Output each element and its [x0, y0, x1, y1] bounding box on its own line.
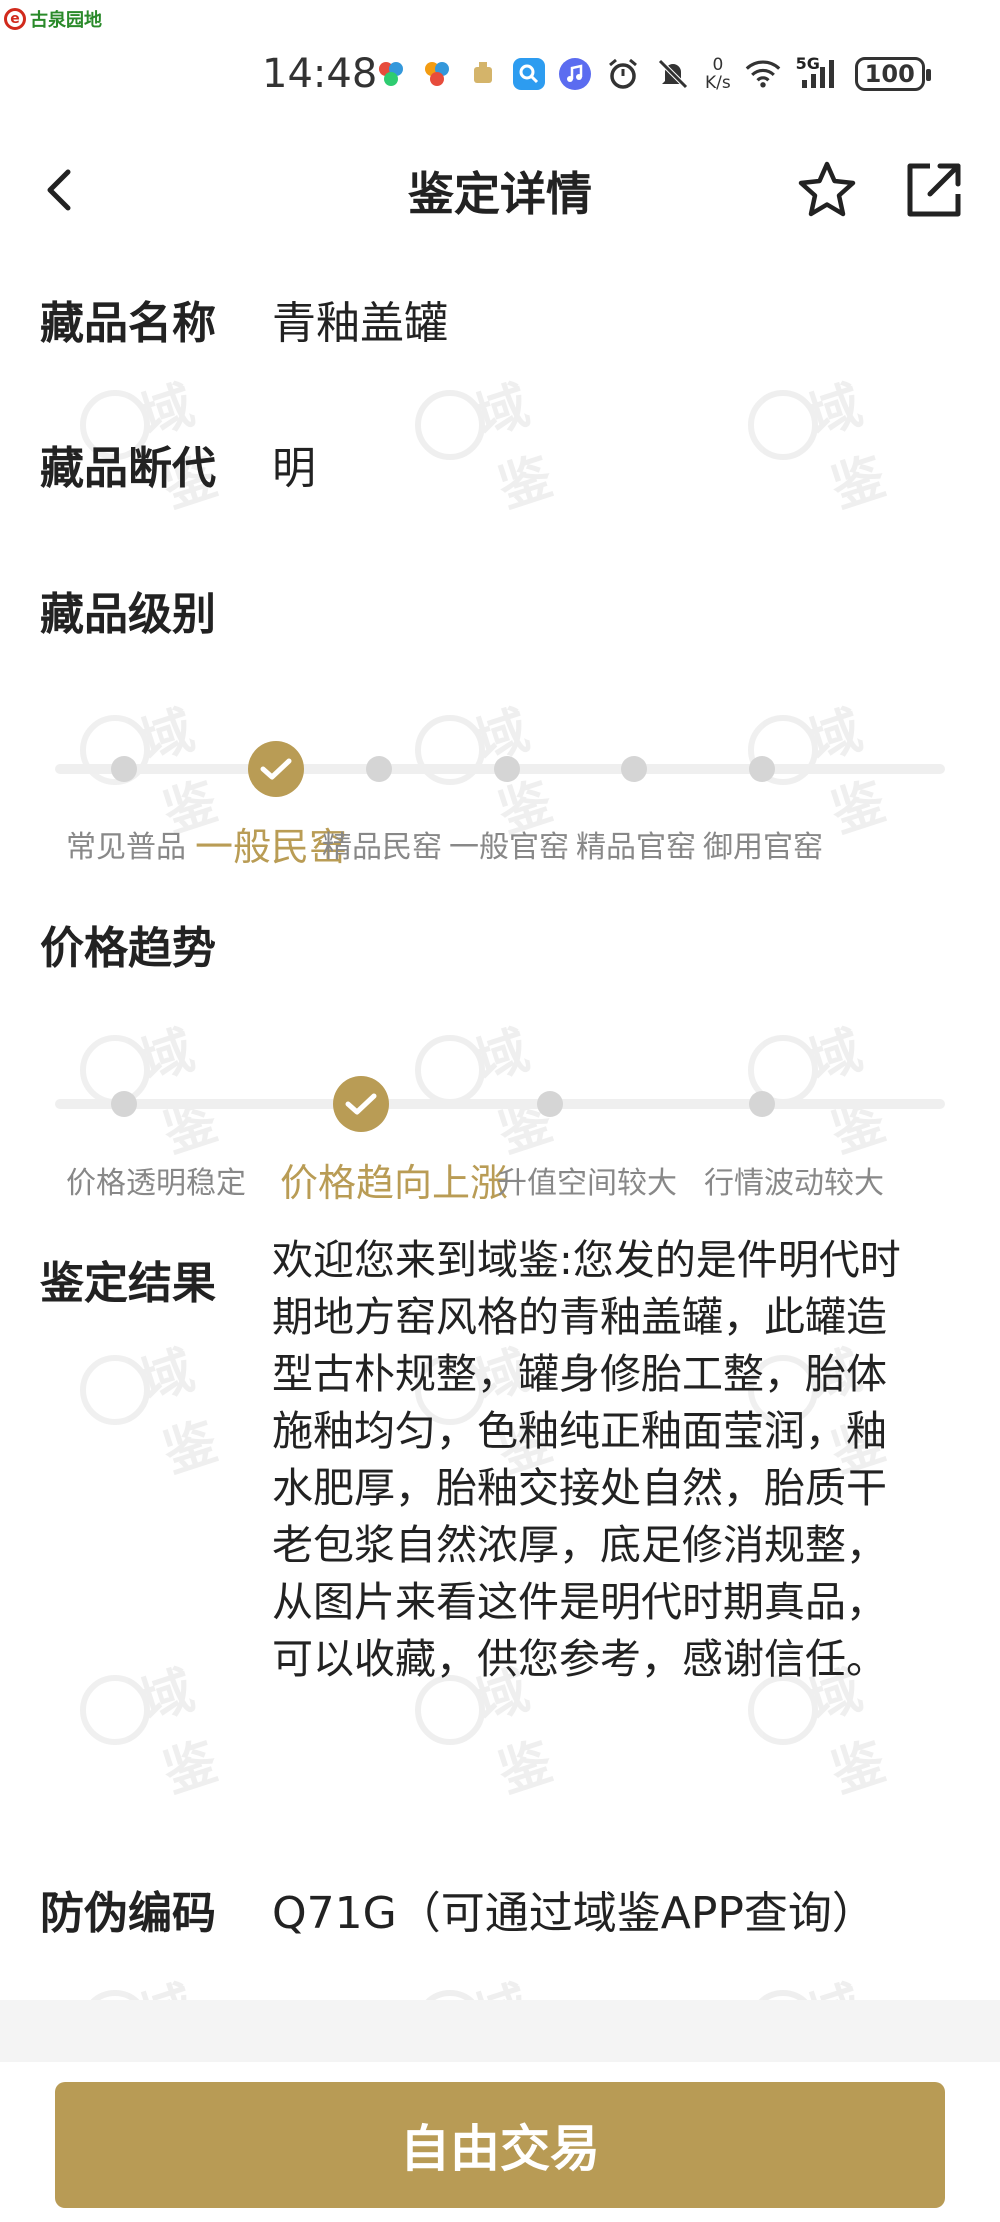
grade-option-label[interactable]: 一般官窑	[449, 822, 569, 866]
section-divider	[0, 2000, 1000, 2062]
search-app-icon	[513, 58, 545, 90]
dynasty-label: 藏品断代	[40, 443, 216, 494]
free-trade-button[interactable]: 自由交易	[55, 2082, 945, 2208]
check-icon	[260, 758, 292, 780]
trend-dot[interactable]	[749, 1091, 775, 1117]
watermark-logo: 域鉴	[748, 685, 918, 845]
grade-selected-marker[interactable]	[248, 741, 304, 797]
trend-track	[55, 1099, 945, 1109]
trend-label: 价格趋势	[40, 923, 216, 974]
watermark-logo: 域鉴	[748, 360, 918, 520]
grade-option-label[interactable]: 御用官窑	[703, 822, 823, 866]
dynasty-value: 明	[272, 443, 316, 494]
trend-dot[interactable]	[537, 1091, 563, 1117]
trend-option-label[interactable]: 升值空间较大	[497, 1158, 677, 1202]
grade-dot[interactable]	[621, 756, 647, 782]
app-notification-icon	[467, 58, 499, 90]
code-label: 防伪编码	[40, 1888, 216, 1939]
trend-option-label[interactable]: 价格透明稳定	[66, 1158, 246, 1202]
brand-mark-icon: e	[4, 8, 26, 30]
grade-label: 藏品级别	[40, 589, 216, 640]
grade-option-label[interactable]: 精品民窑	[322, 822, 442, 866]
music-app-icon	[559, 58, 591, 90]
name-value: 青釉盖罐	[272, 298, 448, 349]
grade-option-label[interactable]: 精品官窑	[576, 822, 696, 866]
grade-dot[interactable]	[366, 756, 392, 782]
watermark-logo: 域鉴	[80, 1645, 250, 1805]
status-bar: 14:48 0 K/s 5G 100	[0, 54, 1000, 94]
signal-icon: 5G	[795, 54, 841, 92]
mute-icon	[655, 56, 691, 92]
status-time: 14:48	[262, 51, 378, 97]
watermark-logo: 域鉴	[80, 685, 250, 845]
brand-logo: e 古泉园地	[4, 6, 102, 32]
result-text: 欢迎您来到域鉴:您发的是件明代时期地方窑风格的青釉盖罐，此罐造型古朴规整，罐身修…	[272, 1236, 901, 1683]
alarm-icon	[605, 56, 641, 92]
name-label: 藏品名称	[40, 298, 216, 349]
brand-name: 古泉园地	[30, 10, 102, 31]
bottom-bar: 自由交易	[0, 2062, 1000, 2222]
trend-dot[interactable]	[111, 1091, 137, 1117]
wifi-icon	[745, 56, 781, 92]
header: 鉴定详情	[0, 150, 1000, 230]
trend-selected-marker[interactable]	[333, 1076, 389, 1132]
network-speed: 0 K/s	[705, 55, 731, 93]
app-notification-icon	[375, 58, 407, 90]
grade-dot[interactable]	[111, 756, 137, 782]
check-icon	[345, 1093, 377, 1115]
code-value: Q71G（可通过域鉴APP查询）	[272, 1888, 876, 1939]
star-icon	[798, 161, 856, 217]
status-icons: 0 K/s 5G 100	[375, 54, 931, 94]
watermark-logo: 域鉴	[80, 1325, 250, 1485]
battery-icon: 100	[854, 57, 931, 91]
grade-dot[interactable]	[494, 756, 520, 782]
favorite-button[interactable]	[795, 158, 859, 222]
app-notification-icon	[421, 58, 453, 90]
result-label: 鉴定结果	[40, 1258, 216, 1309]
share-icon	[907, 163, 961, 217]
grade-dot[interactable]	[749, 756, 775, 782]
trend-option-label[interactable]: 价格趋向上涨	[280, 1152, 508, 1207]
share-button[interactable]	[902, 158, 966, 222]
grade-option-label[interactable]: 常见普品	[66, 822, 186, 866]
watermark-logo: 域鉴	[415, 360, 585, 520]
trend-option-label[interactable]: 行情波动较大	[704, 1158, 884, 1202]
